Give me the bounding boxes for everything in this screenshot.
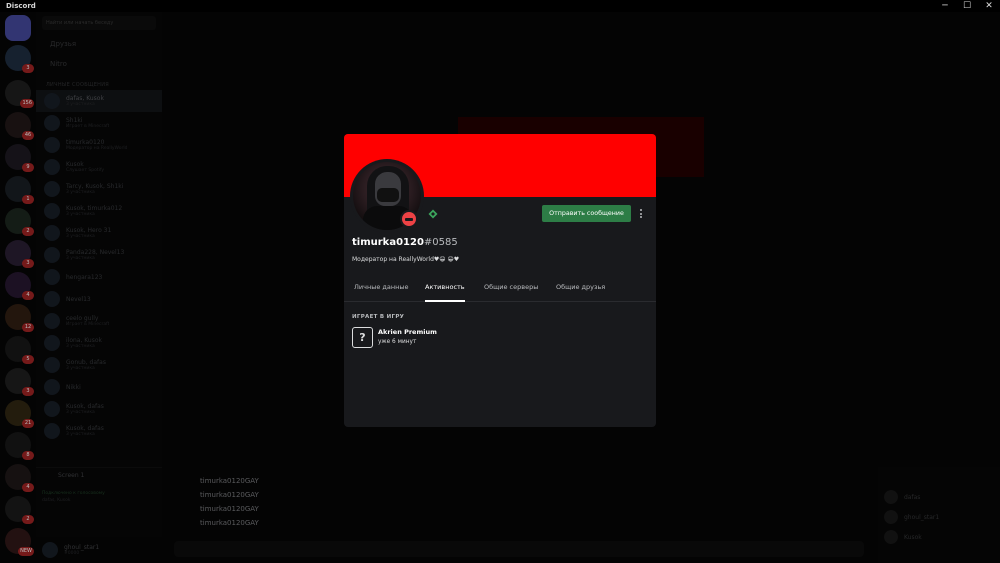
activity-section-label: ИГРАЕТ В ИГРУ bbox=[352, 314, 405, 320]
app-title: Discord bbox=[6, 2, 36, 10]
game-name: Akrien Premium bbox=[378, 328, 437, 336]
minimize-button[interactable]: ─ bbox=[934, 0, 956, 12]
window-controls: ─ ☐ ✕ bbox=[934, 0, 1000, 12]
profile-username: timurka0120#0585 bbox=[352, 237, 458, 248]
more-options-icon[interactable] bbox=[636, 205, 646, 222]
tab-mutual-servers[interactable]: Общие серверы bbox=[484, 280, 538, 302]
window-titlebar: Discord ─ ☐ ✕ bbox=[0, 0, 1000, 12]
profile-bio: Модератор на ReallyWorld♥😁 😁♥ bbox=[352, 256, 460, 263]
send-message-button[interactable]: Отправить сообщение bbox=[542, 205, 631, 222]
dnd-status-icon bbox=[400, 210, 418, 228]
close-button[interactable]: ✕ bbox=[978, 0, 1000, 12]
game-elapsed-time: уже 6 минут bbox=[378, 339, 417, 345]
profile-tabs: Личные данные Активность Общие серверы О… bbox=[344, 280, 656, 302]
hypesquad-badge-icon[interactable] bbox=[428, 209, 438, 219]
discriminator: #0585 bbox=[423, 237, 458, 248]
unknown-game-icon: ? bbox=[352, 327, 373, 348]
tab-activity[interactable]: Активность bbox=[425, 280, 465, 302]
avatar-mask bbox=[377, 188, 399, 202]
username-text: timurka0120 bbox=[352, 237, 424, 248]
user-profile-modal: Отправить сообщение timurka0120#0585 Мод… bbox=[344, 134, 656, 427]
tab-mutual-friends[interactable]: Общие друзья bbox=[556, 280, 605, 302]
maximize-button[interactable]: ☐ bbox=[956, 0, 978, 12]
tab-user-info[interactable]: Личные данные bbox=[354, 280, 409, 302]
